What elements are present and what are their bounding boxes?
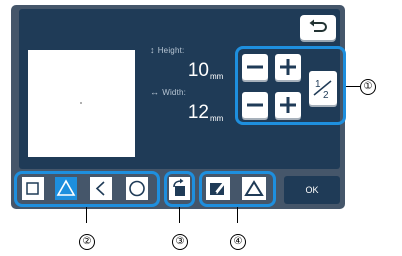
callout-2-leader [86, 207, 87, 223]
back-arrow-icon [309, 19, 327, 32]
aspect-ratio-button[interactable]: 1 2 [309, 71, 337, 105]
width-unit: mm [210, 114, 224, 123]
horizontal-arrow-icon: ↔ [150, 87, 160, 97]
height-unit: mm [210, 72, 224, 81]
minus-icon [247, 65, 263, 69]
ok-button[interactable]: OK [284, 176, 340, 204]
width-plus-button[interactable] [275, 92, 301, 118]
height-plus-button[interactable] [275, 54, 301, 80]
shape-chevron-button[interactable] [90, 177, 112, 200]
chevron-left-icon [95, 181, 105, 196]
callout-2: ② [79, 234, 95, 250]
callout-3: ③ [172, 234, 188, 250]
shape-triangle-button[interactable] [55, 177, 77, 200]
rotate-button[interactable] [169, 177, 190, 200]
pen-icon [210, 182, 225, 195]
svg-text:2: 2 [323, 90, 329, 101]
vertical-arrow-icon: ↕ [150, 45, 155, 55]
rotate-icon [173, 178, 185, 196]
triangle-outline-icon [244, 180, 264, 196]
height-value: 10 [187, 60, 209, 81]
svg-text:1: 1 [315, 79, 321, 90]
half-ratio-icon: 1 2 [313, 79, 332, 101]
plus-icon [280, 59, 296, 75]
height-minus-button[interactable] [242, 54, 268, 80]
shape-square-button[interactable] [22, 177, 44, 200]
height-label: ↕ Height: [150, 45, 185, 55]
preview-center-dot [80, 102, 82, 104]
square-icon [26, 182, 39, 195]
callout-1: ① [360, 79, 376, 95]
width-minus-button[interactable] [242, 92, 268, 118]
callout-4-leader [237, 207, 238, 223]
width-value: 12 [187, 102, 209, 123]
width-label: ↔ Width: [150, 87, 187, 97]
pattern-preview [28, 50, 135, 157]
callout-1-leader [346, 86, 360, 87]
triangle-icon [56, 179, 76, 196]
callout-3-leader [179, 207, 180, 223]
pen-tool-button[interactable] [206, 177, 230, 200]
circle-icon [129, 180, 145, 197]
shape-circle-button[interactable] [126, 177, 148, 200]
minus-icon [247, 103, 263, 107]
plus-icon [280, 97, 296, 113]
line-triangle-button[interactable] [242, 177, 266, 200]
back-button[interactable] [300, 15, 336, 40]
callout-4: ④ [230, 234, 246, 250]
